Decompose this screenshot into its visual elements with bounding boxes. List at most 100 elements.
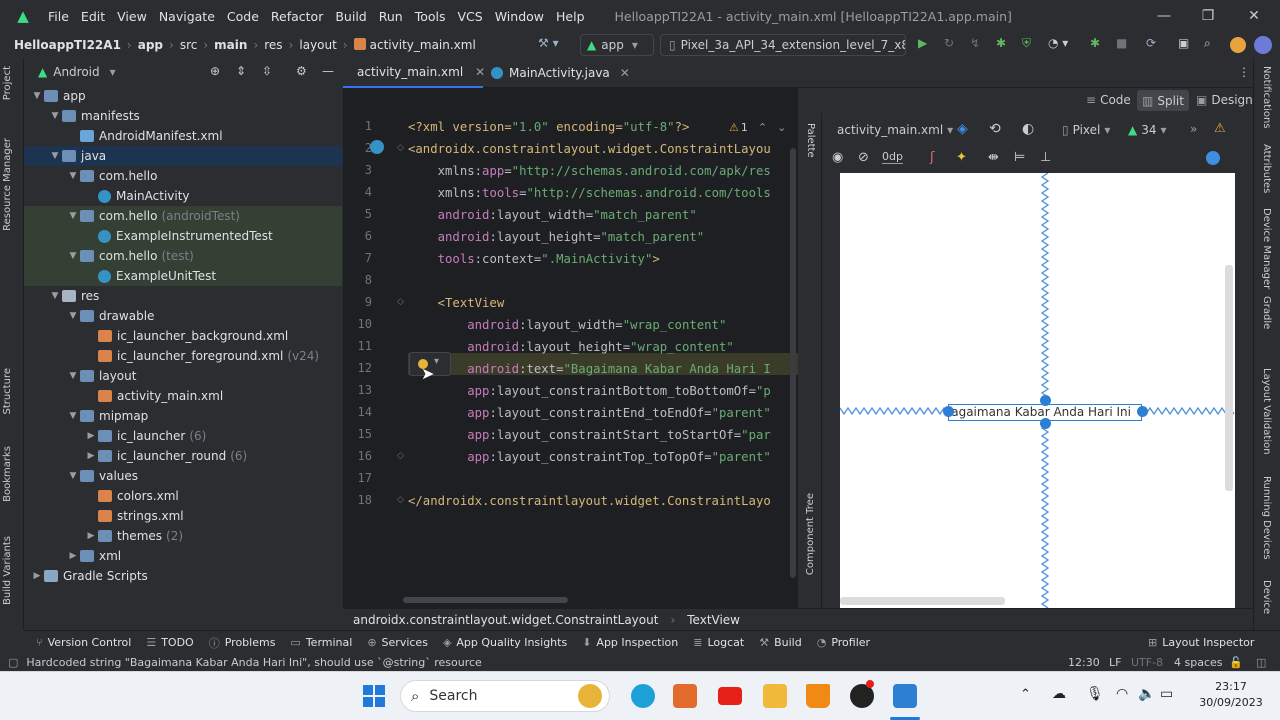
fold-icon[interactable]: ◇ [397,297,404,307]
tree-item[interactable]: ▼ mipmap [24,406,342,426]
project-tool-button[interactable]: Project [2,66,13,100]
tree-item[interactable]: ▶ ic_launcher (6) [24,426,342,446]
wifi-icon[interactable]: ◠ [1116,686,1128,702]
tool-window-profiler[interactable]: ◔ Profiler [817,635,870,651]
file-explorer-icon[interactable] [763,684,787,708]
settings-icon[interactable] [1254,36,1272,54]
chevron-down-icon[interactable]: ▼ [66,211,80,221]
tab-main-activity[interactable]: MainActivity.java ✕ [491,58,641,88]
horizontal-scrollbar[interactable] [403,597,568,603]
chevron-down-icon[interactable]: ▼ [48,291,62,301]
tree-item[interactable]: ▶ themes (2) [24,526,342,546]
canvas-horizontal-scrollbar[interactable] [840,597,1005,605]
xampp-icon[interactable] [673,684,697,708]
device-preview[interactable]: Bagaimana Kabar Anda Hari Ini [840,173,1235,608]
default-margin-select[interactable]: 0dp [882,150,903,164]
tree-item[interactable]: ▼ values [24,466,342,486]
component-tree-button[interactable]: Component Tree [805,493,816,575]
structure-tool-button[interactable]: Structure [2,368,13,415]
code-editor[interactable]: ⚠ 1 ⌃ ⌄ 1 2 3 4 5 6 7 8 9 10 11 12 13 14 15 16 17 18 ◇ ◇ ◇ ◇ … [343,88,798,608]
eye-icon[interactable]: ◉ [832,150,843,165]
resource-manager-tool-button[interactable]: Resource Manager [2,138,13,231]
android-studio-taskbar-icon[interactable] [893,684,917,708]
pack-icon[interactable]: ⇼ [988,150,999,165]
attributes-tool-button[interactable]: Attributes [1261,144,1272,193]
menu-item-refactor[interactable]: Refactor [271,9,323,24]
tree-item[interactable]: MainActivity [24,186,342,206]
chevron-up-icon[interactable]: ⌃ [1020,687,1031,702]
gradle-tool-button[interactable]: Gradle [1261,296,1272,329]
tree-item[interactable]: activity_main.xml [24,386,342,406]
locate-icon[interactable]: ⊕ [210,64,220,78]
help-icon[interactable] [1206,151,1220,165]
tool-window-terminal[interactable]: ▭ Terminal [290,635,352,651]
status-toggle-icon[interactable]: ▢ [8,656,18,669]
device-mirror-icon[interactable]: ▣ [1178,36,1189,50]
end-constraint-handle[interactable] [1137,406,1148,417]
tool-window-app-quality-insights[interactable]: ◈ App Quality Insights [443,635,567,651]
sync-gradle-icon[interactable]: ⟳ [1146,36,1156,50]
breadcrumb-textview[interactable]: TextView [687,613,740,627]
file-encoding[interactable]: UTF-8 [1131,656,1163,669]
microphone-icon[interactable]: 🎙 [1086,686,1104,702]
magnet-icon[interactable]: ⊘ [858,150,869,165]
bottom-constraint-handle[interactable] [1040,418,1051,429]
menu-item-build[interactable]: Build [335,9,366,24]
device-manager-tool-button[interactable]: Device Manager [1261,208,1272,289]
breadcrumb-constraintlayout[interactable]: androidx.constraintlayout.widget.Constra… [353,613,658,627]
windows-start-icon[interactable] [363,685,385,707]
tree-item[interactable]: ic_launcher_background.xml [24,326,342,346]
menu-item-window[interactable]: Window [495,9,544,24]
tree-item[interactable]: ▼ com.hello (test) [24,246,342,266]
chevron-down-icon[interactable]: ▼ [66,171,80,181]
search-icon[interactable]: ⌕ [1204,36,1211,51]
clear-constraints-icon[interactable]: ʃ [930,150,934,165]
close-tab-icon[interactable]: ✕ [620,66,630,80]
breadcrumb-item[interactable]: main [214,38,247,52]
menu-item-view[interactable]: View [117,9,147,24]
device-select[interactable]: ▯ Pixel_3a_API_34_extension_level_7_x86 … [660,34,906,56]
tool-window-version-control[interactable]: ⑂ Version Control [36,635,131,651]
tool-window-todo[interactable]: ☰ TODO [146,635,193,651]
breadcrumb-item[interactable]: app [138,38,163,52]
menu-item-vcs[interactable]: VCS [458,9,483,24]
chevron-right-icon[interactable]: ▶ [84,531,98,541]
project-view-select[interactable]: Android [53,65,99,79]
device-preview-select[interactable]: ▯ Pixel ▾ [1062,123,1110,137]
menu-item-help[interactable]: Help [556,9,585,24]
fold-icon[interactable]: ◇ [397,143,404,153]
vlc-icon[interactable] [806,684,830,708]
infer-constraints-icon[interactable]: ✦ [956,150,967,165]
stop-icon[interactable]: ■ [1116,36,1127,50]
tab-activity-main[interactable]: activity_main.xml ✕ [343,58,485,88]
clock[interactable]: 23:17 30/09/2023 [1196,679,1266,711]
tree-item[interactable]: ExampleInstrumentedTest [24,226,342,246]
tree-item[interactable]: ▼ app [24,86,342,106]
tree-item[interactable]: ▶ ic_launcher_round (6) [24,446,342,466]
start-constraint-handle[interactable] [943,406,954,417]
breadcrumb-item[interactable]: layout [299,38,336,52]
design-mode-button[interactable]: ▣ Design [1196,93,1253,107]
minimize-icon[interactable]: — [1154,6,1174,26]
chevron-down-icon[interactable]: ▾ [110,65,116,79]
warning-icon[interactable]: ⚠ [1214,121,1226,136]
caret-position[interactable]: 12:30 [1068,656,1100,669]
edge-browser-icon[interactable] [631,684,655,708]
gear-icon[interactable]: ⚙ [296,64,307,78]
tree-item[interactable]: ▼ drawable [24,306,342,326]
tool-window-app-inspection[interactable]: ⬇ App Inspection [582,635,678,651]
night-mode-icon[interactable]: ◐ [1022,121,1034,137]
apply-changes-icon[interactable]: ↯ [970,36,980,50]
canvas-vertical-scrollbar[interactable] [1225,265,1233,491]
breadcrumb-item[interactable]: HelloappTI22A1 [14,38,121,52]
build-variants-tool-button[interactable]: Build Variants [2,536,13,605]
expand-all-icon[interactable]: ⇕ [236,64,246,78]
tool-window-build[interactable]: ⚒ Build [759,635,802,651]
top-constraint-handle[interactable] [1040,395,1051,406]
update-icon[interactable] [1230,37,1246,53]
restore-icon[interactable]: ❐ [1198,6,1218,26]
tree-item[interactable]: ▼ res [24,286,342,306]
onedrive-icon[interactable]: ☁ [1052,686,1066,702]
indent-setting[interactable]: 4 spaces [1174,656,1223,669]
collapse-all-icon[interactable]: ⇳ [262,64,272,78]
